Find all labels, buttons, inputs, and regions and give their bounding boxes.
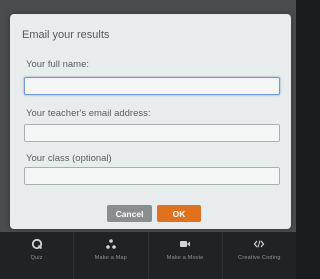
dialog-title: Email your results: [22, 29, 110, 41]
full-name-label: Your full name:: [26, 59, 90, 70]
class-label: Your class (optional): [26, 153, 112, 164]
code-icon: [253, 237, 265, 249]
nav-item-make-a-movie[interactable]: Make a Movie: [149, 232, 223, 279]
full-name-input[interactable]: [24, 77, 280, 95]
nav-item-quiz[interactable]: Quiz: [0, 232, 75, 279]
nav-item-make-a-map[interactable]: Make a Map: [74, 232, 149, 279]
nav-label-quiz: Quiz: [30, 255, 43, 261]
teacher-email-input[interactable]: [24, 124, 280, 142]
nav-item-creative-coding[interactable]: Creative Coding: [223, 232, 296, 279]
nav-label-creative-coding: Creative Coding: [238, 255, 281, 261]
q-icon: [31, 237, 43, 250]
nav-label-make-a-movie: Make a Movie: [166, 255, 204, 261]
bottom-navigation: Quiz Make a Map Make a Movie Creative Co…: [0, 232, 296, 279]
movie-icon: [179, 237, 191, 249]
class-input[interactable]: [24, 167, 280, 185]
teacher-email-label: Your teacher's email address:: [26, 108, 151, 119]
ok-button[interactable]: OK: [157, 205, 201, 222]
nav-label-make-a-map: Make a Map: [94, 255, 127, 261]
cancel-button[interactable]: Cancel: [107, 205, 152, 222]
map-icon: [105, 237, 117, 249]
email-results-dialog: Email your results Your full name: Your …: [10, 14, 291, 229]
